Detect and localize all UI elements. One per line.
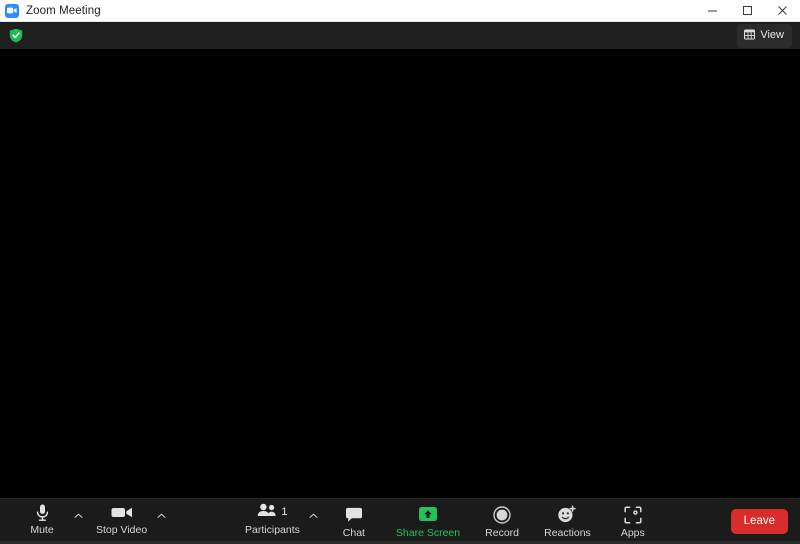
video-stage [0, 49, 800, 498]
participants-label: Participants [245, 524, 300, 536]
view-button[interactable]: View [737, 23, 792, 48]
participants-button[interactable]: 1 Participants [235, 499, 310, 539]
share-screen-button[interactable]: Share Screen [386, 499, 470, 544]
chat-label: Chat [342, 526, 365, 539]
record-circle-icon [493, 505, 511, 525]
meeting-controls-toolbar: Mute Stop Video 1 Participants Chat Shar… [0, 498, 800, 544]
apps-label: Apps [620, 526, 645, 539]
titlebar-left-group: Zoom Meeting [0, 3, 695, 18]
zoom-camera-logo-icon [5, 3, 19, 18]
close-button[interactable] [765, 0, 800, 21]
smiley-plus-icon [557, 505, 577, 525]
window-title: Zoom Meeting [26, 4, 101, 17]
stop-video-group: Stop Video [86, 499, 169, 544]
stop-video-label: Stop Video [96, 524, 148, 536]
toolbar-center-group: 1 Participants Chat Share Screen Record … [169, 499, 730, 544]
share-screen-label: Share Screen [395, 526, 461, 539]
reactions-label: Reactions [544, 526, 591, 539]
view-button-label: View [760, 29, 784, 41]
chat-bubble-icon [345, 505, 363, 525]
window-titlebar: Zoom Meeting [0, 0, 800, 22]
zoom-meeting-window: Zoom Meeting View Mute Stop Video 1 Part… [0, 0, 800, 544]
stop-video-button[interactable]: Stop Video [86, 499, 157, 539]
reactions-button[interactable]: Reactions [534, 499, 601, 544]
participants-icon [257, 503, 277, 522]
participants-icon-wrap: 1 [257, 502, 288, 522]
microphone-icon [34, 502, 51, 522]
record-label: Record [485, 526, 520, 539]
record-button[interactable]: Record [470, 499, 534, 544]
share-screen-up-arrow-icon [417, 505, 439, 525]
layout-grid-icon [744, 27, 756, 45]
apps-frame-icon [624, 505, 642, 525]
leave-button[interactable]: Leave [730, 509, 788, 534]
participants-group: 1 Participants [235, 499, 322, 544]
window-controls [695, 0, 800, 21]
video-camera-icon [111, 502, 133, 522]
green-shield-check-icon[interactable] [8, 28, 24, 44]
participants-count-badge: 1 [281, 505, 288, 518]
meeting-topbar: View [0, 22, 800, 49]
toolbar-left-group: Mute Stop Video [0, 499, 169, 544]
toolbar-right-group: Leave [730, 499, 800, 544]
mute-label: Mute [30, 524, 54, 536]
maximize-button[interactable] [730, 0, 765, 21]
mute-group: Mute [10, 499, 86, 544]
apps-button[interactable]: Apps [601, 499, 665, 544]
minimize-button[interactable] [695, 0, 730, 21]
mute-button[interactable]: Mute [10, 499, 74, 539]
chat-button[interactable]: Chat [322, 499, 386, 544]
